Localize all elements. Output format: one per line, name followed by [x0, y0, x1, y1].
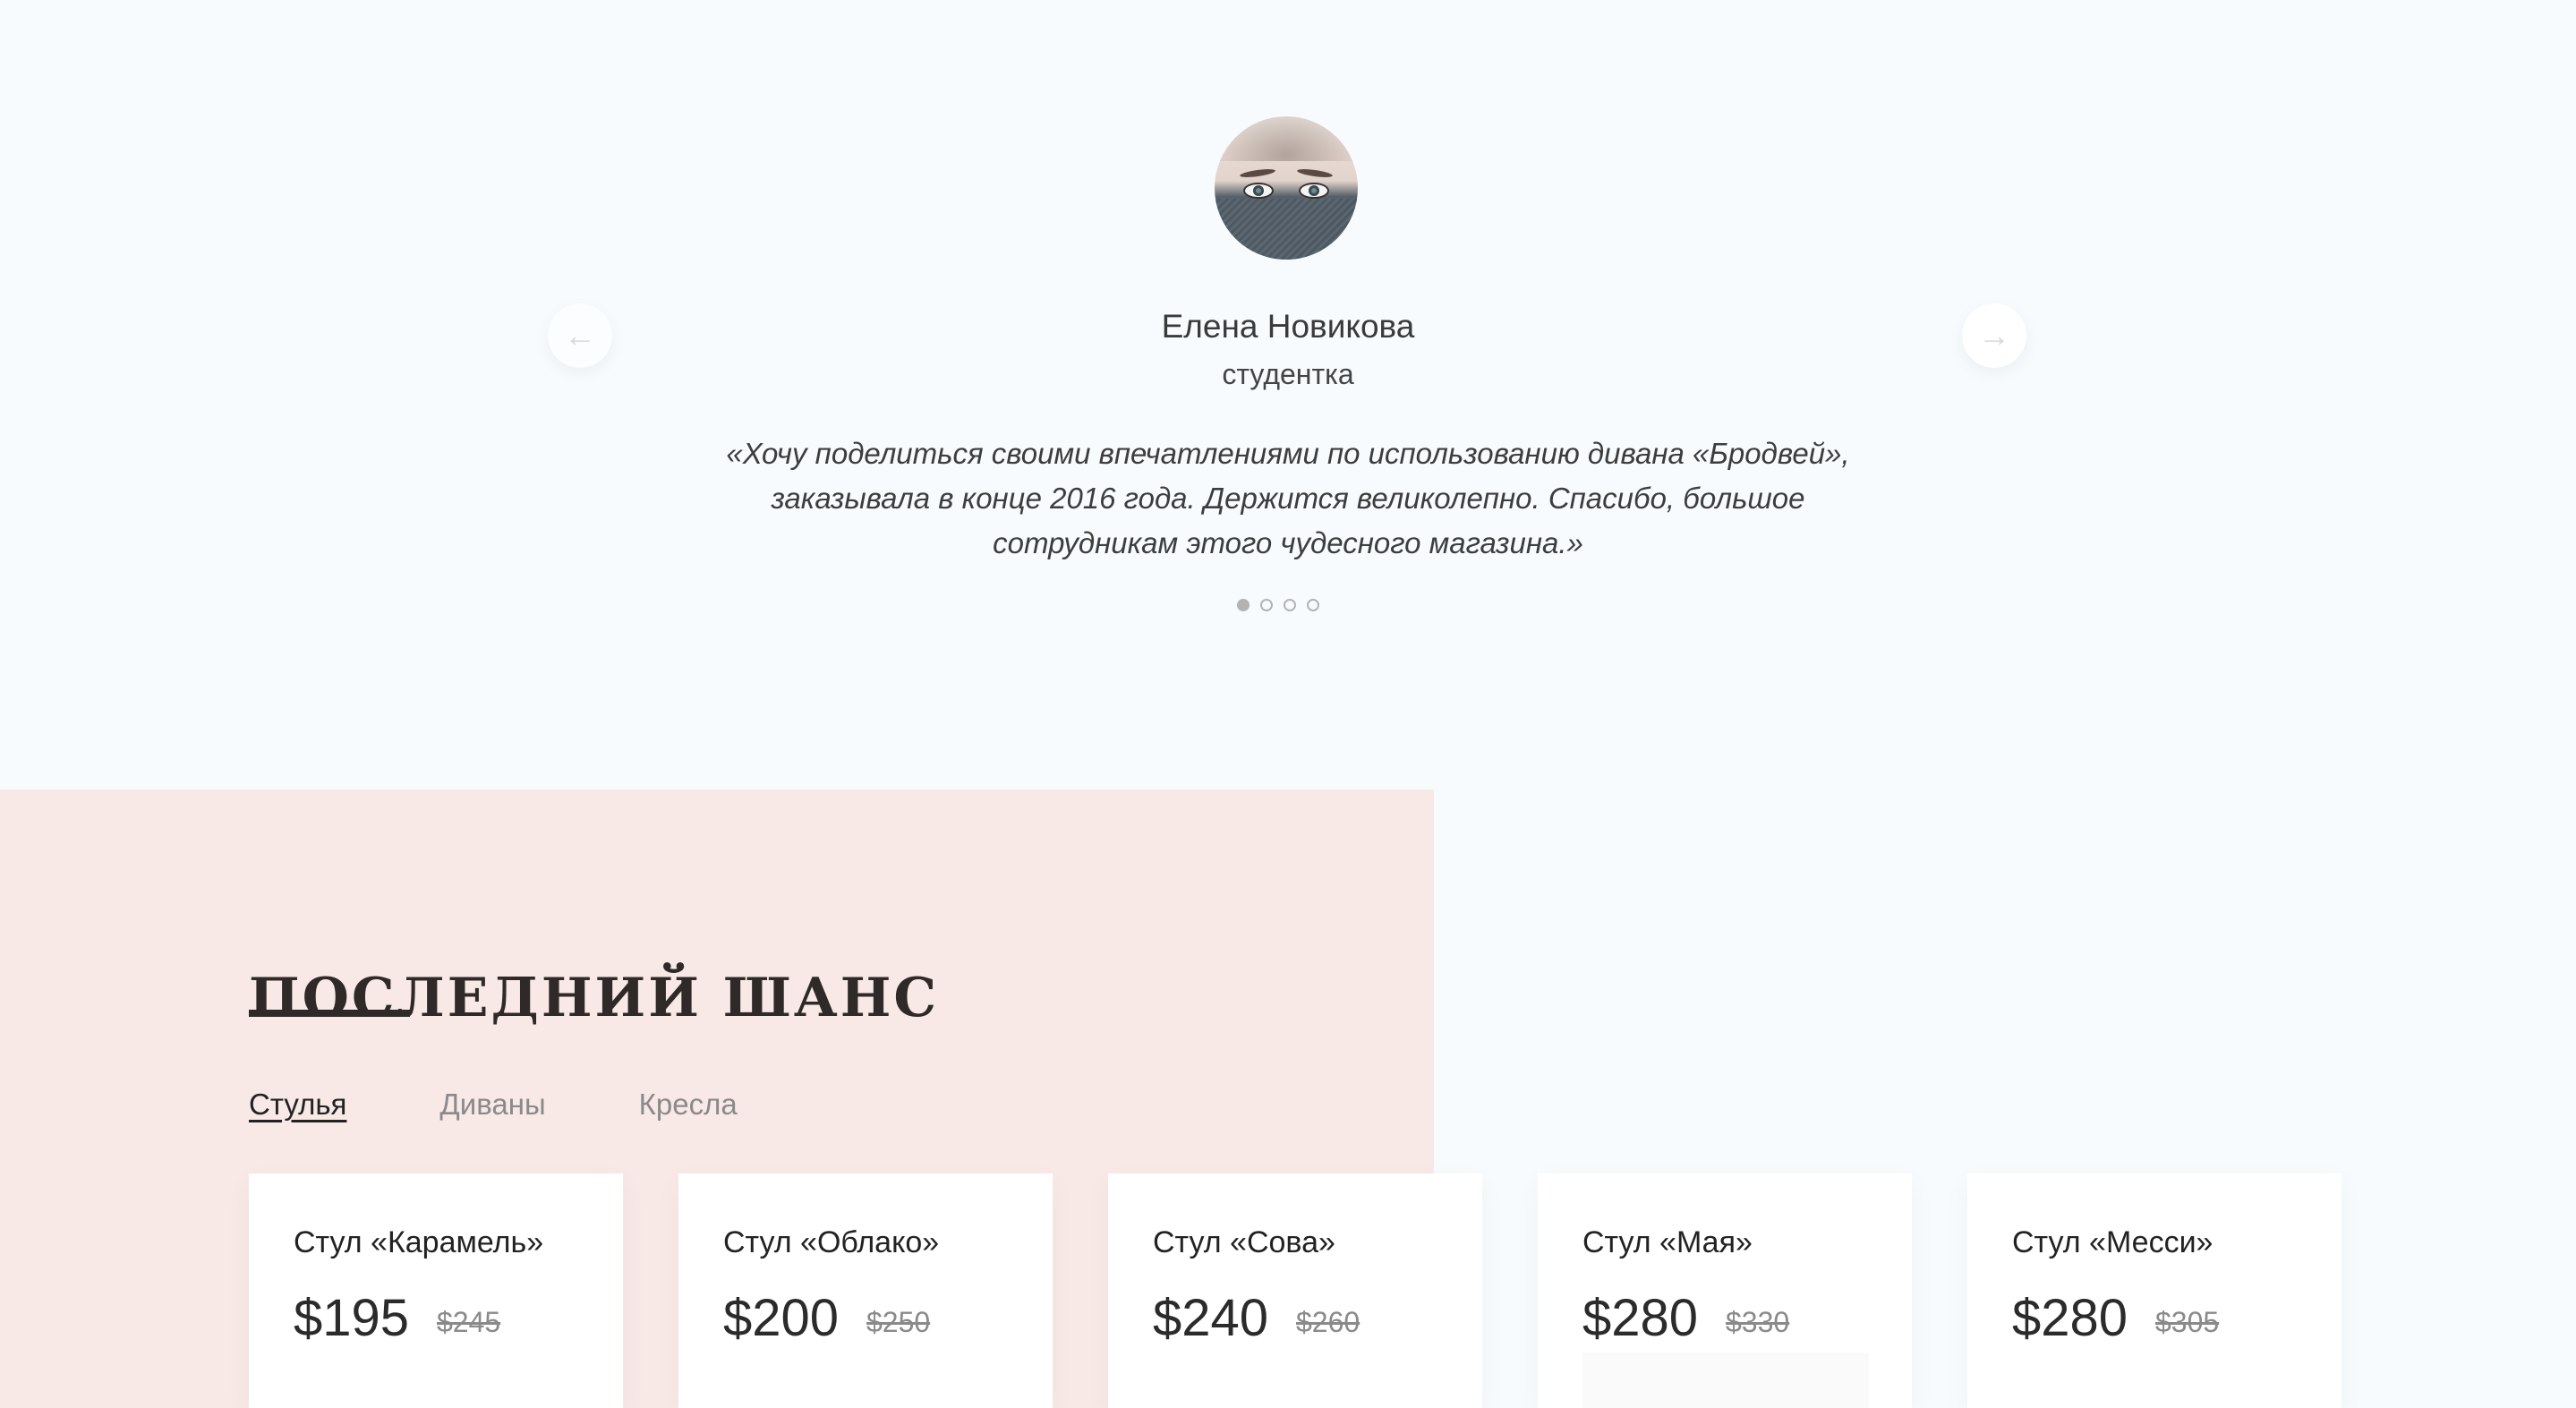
product-price: $195 — [294, 1289, 410, 1347]
carousel-dot-1[interactable] — [1237, 599, 1250, 611]
reviewer-name: Елена Новикова — [1161, 308, 1415, 345]
tab-sofas[interactable]: Диваны — [439, 1088, 545, 1122]
product-old-price: $260 — [1296, 1306, 1361, 1338]
avatar-hair — [1215, 116, 1358, 161]
carousel-dots — [1237, 599, 1319, 615]
product-price: $280 — [1582, 1289, 1699, 1347]
product-price: $240 — [1153, 1289, 1269, 1347]
testimonial-quote: «Хочу поделиться своими впечатлениями по… — [726, 437, 1850, 559]
carousel-dot-2[interactable] — [1260, 599, 1273, 611]
avatar-eye-left — [1243, 183, 1274, 199]
product-old-price: $245 — [437, 1306, 501, 1338]
product-price: $200 — [723, 1289, 840, 1347]
product-list: Стул «Карамель» $195 $245 Стул «Облако» … — [249, 1173, 2341, 1408]
product-card[interactable]: Стул «Сова» $240 $260 — [1108, 1173, 1482, 1408]
product-old-price: $250 — [866, 1306, 931, 1338]
product-card[interactable]: Стул «Месси» $280 $305 — [1967, 1173, 2341, 1408]
product-name: Стул «Карамель» — [294, 1225, 544, 1259]
product-card[interactable]: Стул «Карамель» $195 $245 — [249, 1173, 623, 1408]
category-tabs: Стулья Диваны Кресла — [249, 1088, 831, 1122]
product-card[interactable]: Стул «Облако» $200 $250 — [678, 1173, 1053, 1408]
tab-chairs[interactable]: Стулья — [249, 1088, 346, 1122]
avatar-brow-left — [1239, 167, 1276, 179]
carousel-dot-4[interactable] — [1307, 599, 1319, 611]
avatar-eye-right — [1299, 183, 1329, 199]
product-old-price: $305 — [2155, 1306, 2220, 1338]
avatar-scarf — [1215, 199, 1358, 260]
product-name: Стул «Месси» — [2012, 1225, 2213, 1259]
product-name: Стул «Мая» — [1582, 1225, 1753, 1259]
product-name: Стул «Облако» — [723, 1225, 940, 1259]
reviewer-avatar — [1215, 116, 1358, 260]
testimonial-section: ← → Елена Новикова студентка «Хочу подел… — [0, 0, 2576, 789]
product-image — [1582, 1353, 1869, 1408]
reviewer-role: студентка — [1222, 358, 1354, 390]
section-title: ПОСЛЕДНИЙ ШАНС — [249, 966, 940, 1029]
product-old-price: $330 — [1726, 1306, 1790, 1338]
tab-armchairs[interactable]: Кресла — [639, 1088, 738, 1122]
product-price: $280 — [2012, 1289, 2128, 1347]
title-underline — [249, 1010, 410, 1017]
product-card[interactable]: Стул «Мая» $280 $330 — [1538, 1173, 1912, 1408]
avatar-brow-right — [1296, 167, 1334, 179]
carousel-dot-3[interactable] — [1284, 599, 1296, 611]
product-name: Стул «Сова» — [1153, 1225, 1335, 1259]
page: ← → Елена Новикова студентка «Хочу подел… — [0, 0, 2576, 1408]
